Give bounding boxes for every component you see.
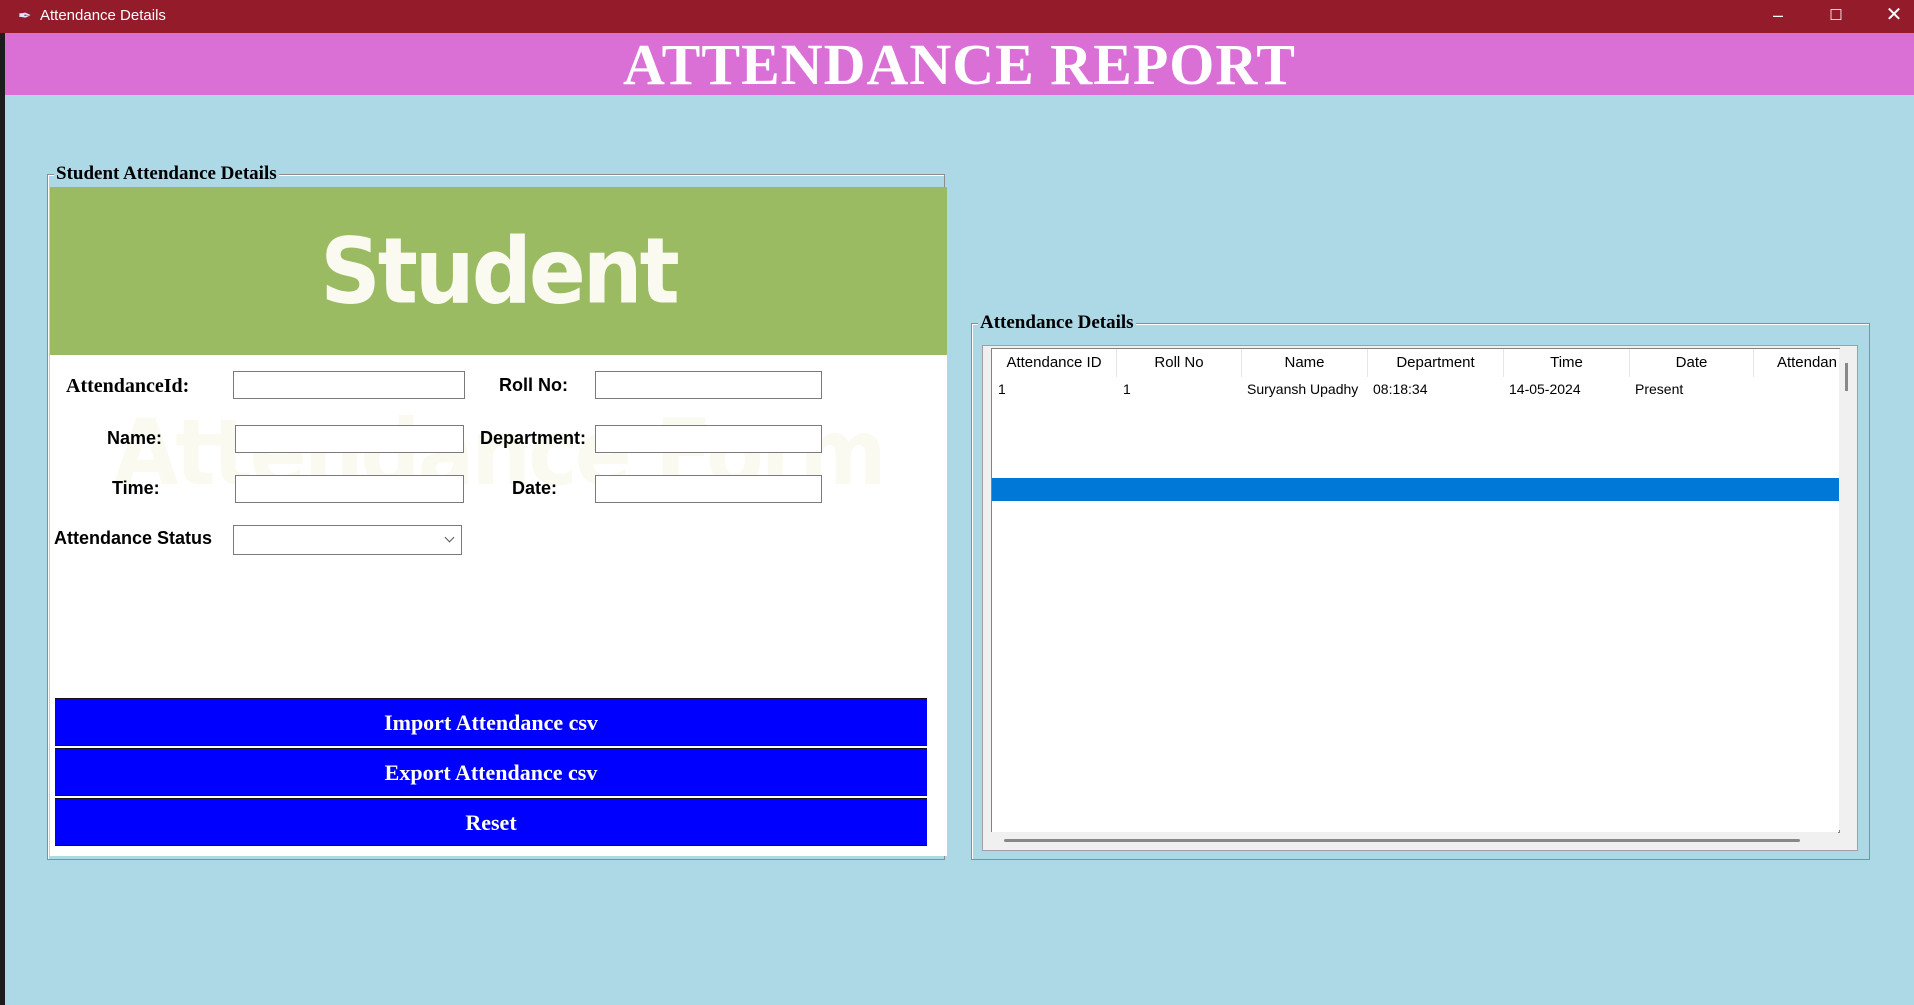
maximize-button[interactable]: ☐ xyxy=(1807,0,1865,33)
table-header: Attendance ID Roll No Name Department Ti… xyxy=(992,349,1839,377)
column-header-date[interactable]: Date xyxy=(1630,349,1754,377)
department-input[interactable] xyxy=(595,425,822,453)
time-label: Time: xyxy=(112,478,160,498)
page-title: ATTENDANCE REPORT xyxy=(5,33,1914,97)
student-attendance-frame: Student Attendance Details Student Atten… xyxy=(47,163,947,860)
time-input[interactable] xyxy=(235,475,464,503)
column-header-attendance[interactable]: Attendan xyxy=(1754,349,1839,377)
form-banner: Student Attendance Form xyxy=(50,187,947,505)
horizontal-scroll-thumb[interactable] xyxy=(1004,839,1800,842)
cell-department: 08:18:34 xyxy=(1373,381,1428,397)
banner-title: Student Attendance Form xyxy=(113,218,886,506)
roll-no-label: Roll No: xyxy=(499,375,568,395)
close-button[interactable]: ✕ xyxy=(1865,0,1914,33)
reset-button[interactable]: Reset xyxy=(55,798,927,846)
attendance-status-label: Attendance Status xyxy=(54,528,213,548)
roll-no-input[interactable] xyxy=(595,371,822,399)
attendance-id-input[interactable] xyxy=(233,371,465,399)
feather-icon: ✒ xyxy=(18,8,32,25)
cell-time: 14-05-2024 xyxy=(1509,381,1581,397)
date-label: Date: xyxy=(512,478,558,498)
attendance-status-dropdown[interactable] xyxy=(233,525,462,555)
selected-row[interactable] xyxy=(992,478,1839,501)
window-edge xyxy=(0,33,5,1005)
date-input[interactable] xyxy=(595,475,822,503)
cell-roll-no: 1 xyxy=(1123,381,1131,397)
import-csv-button[interactable]: Import Attendance csv xyxy=(55,698,927,746)
cell-attendance-id: 1 xyxy=(998,381,1006,397)
window-title: Attendance Details xyxy=(40,7,166,24)
cell-date: Present xyxy=(1635,381,1684,397)
vertical-scroll-thumb[interactable] xyxy=(1845,363,1848,391)
export-csv-button[interactable]: Export Attendance csv xyxy=(55,748,927,796)
column-header-department[interactable]: Department xyxy=(1368,349,1504,377)
column-header-roll-no[interactable]: Roll No xyxy=(1117,349,1242,377)
minimize-button[interactable]: – xyxy=(1749,0,1807,33)
name-input[interactable] xyxy=(235,425,464,453)
student-form-panel: Student Attendance Form AttendanceId: Ro… xyxy=(50,187,947,856)
details-frame-legend: Attendance Details xyxy=(978,312,1136,334)
title-bar: ✒ Attendance Details – ☐ ✕ xyxy=(0,0,1914,33)
attendance-details-frame: Attendance Details Attendance ID Roll No… xyxy=(971,312,1870,860)
cell-name: Suryansh Upadhy xyxy=(1247,381,1359,397)
table-container: Attendance ID Roll No Name Department Ti… xyxy=(982,345,1858,851)
department-label: Department: xyxy=(480,428,587,448)
column-header-name[interactable]: Name xyxy=(1242,349,1368,377)
vertical-scrollbar[interactable] xyxy=(1839,349,1856,830)
horizontal-scrollbar[interactable] xyxy=(991,832,1838,849)
table-row[interactable]: 1 1 Suryansh Upadhy 08:18:34 14-05-2024 … xyxy=(992,379,1839,401)
name-label: Name: xyxy=(107,428,163,448)
column-header-attendance-id[interactable]: Attendance ID xyxy=(992,349,1117,377)
attendance-table[interactable]: Attendance ID Roll No Name Department Ti… xyxy=(991,348,1840,833)
column-header-time[interactable]: Time xyxy=(1504,349,1630,377)
attendance-id-label: AttendanceId: xyxy=(66,375,190,397)
